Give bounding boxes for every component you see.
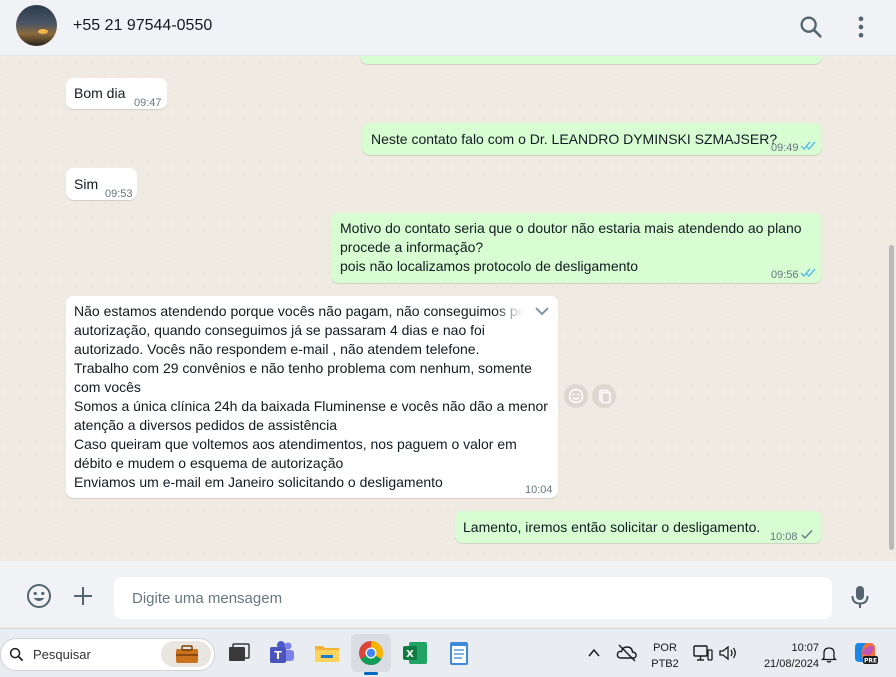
emoji-icon[interactable] [25, 582, 53, 610]
message-line: Não estamos atendendo porque vocês não p… [74, 303, 526, 319]
avatar[interactable] [16, 5, 57, 46]
chat-header: +55 21 97544-0550 [0, 0, 896, 56]
search-icon [9, 647, 24, 662]
forward-icon[interactable] [592, 384, 616, 408]
language-code: POR [653, 642, 677, 654]
message-bubble-incoming[interactable]: Não estamos atendendo porque vocês não p… [66, 296, 558, 498]
active-app-indicator [364, 672, 378, 675]
message-line: autorização, quando conseguimos já se pa… [74, 322, 485, 338]
message-input[interactable] [130, 589, 814, 608]
taskbar-search[interactable]: Pesquisar [0, 638, 215, 671]
chat-area[interactable]: Bom dia 09:47 Neste contato falo com o D… [0, 56, 896, 561]
file-explorer-icon[interactable] [311, 637, 343, 669]
message-time: 09:53 [105, 188, 133, 200]
clock-time: 10:07 [791, 642, 819, 654]
svg-text:PRE: PRE [864, 658, 877, 665]
volume-icon[interactable] [718, 644, 738, 662]
message-text: Sim [74, 176, 99, 192]
mic-icon[interactable] [848, 584, 872, 610]
message-line: procede a informação? [340, 239, 484, 255]
keyboard-layout: PTB2 [651, 658, 679, 670]
react-emoji-icon[interactable] [564, 384, 588, 408]
clock[interactable]: 10:07 21/08/2024 [747, 640, 819, 672]
message-time: 10:04 [525, 484, 553, 496]
scrollbar-thumb[interactable] [889, 245, 894, 550]
message-bubble-incoming[interactable]: Bom dia 09:47 [66, 78, 167, 109]
message-line: Enviamos um e-mail em Janeiro solicitand… [74, 474, 443, 490]
message-line: Trabalho com 29 convênios e não tenho pr… [74, 360, 532, 376]
taskbar-search-placeholder: Pesquisar [33, 647, 91, 662]
sent-tick-icon [801, 530, 813, 540]
chrome-icon[interactable] [355, 637, 387, 669]
chevron-down-icon[interactable] [534, 304, 550, 318]
read-ticks-icon [800, 141, 816, 151]
message-text: Motivo do contato seria que o doutor não… [340, 219, 802, 276]
notepad-icon[interactable] [443, 637, 475, 669]
message-bubble-outgoing[interactable]: Motivo do contato seria que o doutor não… [331, 213, 822, 283]
message-line: Motivo do contato seria que o doutor não… [340, 220, 802, 236]
clock-date: 21/08/2024 [763, 658, 819, 670]
chat-scrollbar[interactable] [886, 56, 896, 561]
composer [0, 561, 896, 627]
message-bubble-partial [360, 56, 822, 64]
message-time: 09:56 [771, 269, 799, 281]
task-view-icon[interactable] [222, 637, 254, 669]
message-time: 09:49 [771, 142, 799, 154]
message-time: 10:08 [770, 531, 798, 543]
plus-icon[interactable] [70, 583, 96, 609]
cloud-offline-icon[interactable] [616, 643, 638, 663]
svg-text:T: T [274, 649, 282, 662]
network-icon[interactable] [693, 644, 713, 662]
read-ticks-icon [800, 268, 816, 278]
message-line: Caso queiram que voltemos aos atendiment… [74, 436, 517, 452]
message-line: Somos a única clínica 24h da baixada Flu… [74, 398, 548, 414]
chevron-up-icon[interactable] [587, 646, 601, 660]
notification-bell-icon[interactable] [821, 645, 837, 663]
message-text: Não estamos atendendo porque vocês não p… [74, 302, 548, 492]
input-language[interactable]: POR PTB2 [648, 640, 682, 672]
briefcase-icon [161, 641, 211, 667]
message-text: Neste contato falo com o Dr. LEANDRO DYM… [371, 131, 778, 147]
message-bubble-outgoing[interactable]: Lamento, iremos então solicitar o deslig… [455, 511, 822, 543]
menu-dots-icon[interactable] [847, 13, 875, 41]
copilot-icon[interactable]: PRE [852, 640, 878, 666]
message-text: Lamento, iremos então solicitar o deslig… [463, 519, 761, 535]
teams-icon[interactable]: T [266, 637, 298, 669]
excel-icon[interactable]: X [399, 637, 431, 669]
message-bubble-incoming[interactable]: Sim 09:53 [66, 168, 137, 200]
message-text: Bom dia [74, 85, 126, 101]
message-line: com vocês [74, 379, 141, 395]
message-time: 09:47 [134, 97, 162, 109]
message-line: autorizado. Vocês não respondem e-mail ,… [74, 341, 480, 357]
message-bubble-outgoing[interactable]: Neste contato falo com o Dr. LEANDRO DYM… [362, 123, 822, 155]
search-icon[interactable] [797, 13, 825, 41]
message-line: atenção a diversos pedidos de assistênci… [74, 417, 338, 433]
contact-name[interactable]: +55 21 97544-0550 [73, 17, 212, 35]
message-input-box[interactable] [114, 577, 832, 619]
message-line: débito e mudem o esquema de autorização [74, 455, 344, 471]
svg-text:X: X [406, 649, 414, 660]
taskbar: Pesquisar T X POR PTB2 10:07 21/08/2024 … [0, 628, 896, 677]
message-line: pois não localizamos protocolo de deslig… [340, 258, 639, 274]
